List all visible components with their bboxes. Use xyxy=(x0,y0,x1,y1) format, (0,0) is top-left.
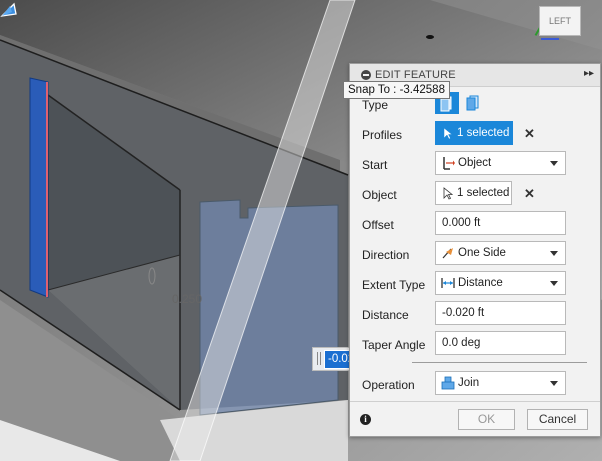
extrude-surface-icon xyxy=(466,95,479,111)
chevron-down-icon xyxy=(550,281,558,286)
z-axis-line xyxy=(541,38,559,40)
cursor-select-icon xyxy=(443,187,453,200)
row-extent-type: Extent Type Distance xyxy=(350,270,600,300)
view-cube[interactable]: LEFT xyxy=(527,0,597,45)
join-icon xyxy=(441,376,455,390)
minus-circle-icon[interactable] xyxy=(361,70,371,80)
clear-profiles-icon[interactable]: ✕ xyxy=(524,126,535,142)
row-taper-angle: Taper Angle 0.0 deg xyxy=(350,330,600,360)
chevron-down-icon xyxy=(550,381,558,386)
start-value: Object xyxy=(458,157,492,169)
panel-footer: i OK Cancel xyxy=(350,401,600,436)
row-direction: Direction One Side xyxy=(350,240,600,270)
object-selection[interactable]: 1 selected xyxy=(435,181,512,205)
start-dropdown[interactable]: Object xyxy=(435,151,566,175)
panel-title: EDIT FEATURE xyxy=(375,69,456,81)
one-side-icon xyxy=(442,248,453,259)
type-surface-button[interactable] xyxy=(462,92,486,114)
row-object: Object 1 selected ✕ xyxy=(350,180,600,210)
offset-input[interactable]: 0.000 ft xyxy=(435,211,566,235)
chevron-down-icon xyxy=(550,251,558,256)
taper-angle-input[interactable]: 0.0 deg xyxy=(435,331,566,355)
drag-handle-icon[interactable] xyxy=(317,352,323,365)
operation-value: Join xyxy=(458,377,480,389)
chevron-down-icon xyxy=(550,161,558,166)
ok-button[interactable]: OK xyxy=(458,409,515,430)
cancel-button[interactable]: Cancel xyxy=(527,409,588,430)
taper-angle-label: Taper Angle xyxy=(362,338,426,352)
operation-dropdown[interactable]: Join xyxy=(435,371,566,395)
info-icon[interactable]: i xyxy=(360,414,371,425)
row-start: Start Object xyxy=(350,150,600,180)
dimension-label: 0.250 xyxy=(172,292,203,306)
row-profiles: Profiles 1 selected ✕ xyxy=(350,120,600,150)
profiles-label: Profiles xyxy=(362,128,403,142)
type-label: Type xyxy=(362,98,389,112)
profiles-selection[interactable]: 1 selected xyxy=(435,121,513,145)
offset-label: Offset xyxy=(362,218,394,232)
distance-icon xyxy=(441,278,455,288)
cursor-select-icon xyxy=(443,127,453,140)
extent-type-label: Extent Type xyxy=(362,278,426,292)
distance-input[interactable]: -0.020 ft xyxy=(435,301,566,325)
extent-type-value: Distance xyxy=(458,277,503,289)
double-chevron-right-icon[interactable]: ▸▸ xyxy=(584,68,594,79)
distance-label: Distance xyxy=(362,308,409,322)
taper-angle-value: 0.0 deg xyxy=(442,337,481,349)
row-distance: Distance -0.020 ft xyxy=(350,300,600,330)
snap-tooltip: Snap To : -3.42588 xyxy=(343,81,450,99)
row-offset: Offset 0.000 ft xyxy=(350,210,600,240)
object-value: 1 selected xyxy=(457,187,510,199)
row-operation: Operation Join xyxy=(350,370,600,400)
start-object-icon xyxy=(443,157,455,170)
distance-value: -0.020 ft xyxy=(442,307,485,319)
operation-label: Operation xyxy=(362,378,415,392)
edit-feature-panel: EDIT FEATURE ▸▸ Type Profiles 1 selected xyxy=(349,63,601,437)
offset-value: 0.000 ft xyxy=(442,217,481,229)
direction-label: Direction xyxy=(362,248,410,262)
object-label: Object xyxy=(362,188,397,202)
profiles-value: 1 selected xyxy=(457,127,510,139)
drag-arrow-icon[interactable] xyxy=(0,0,18,18)
start-label: Start xyxy=(362,158,388,172)
clear-object-icon[interactable]: ✕ xyxy=(524,186,535,202)
section-divider xyxy=(412,362,587,363)
extent-type-dropdown[interactable]: Distance xyxy=(435,271,566,295)
direction-value: One Side xyxy=(458,247,506,259)
direction-dropdown[interactable]: One Side xyxy=(435,241,566,265)
viewcube-face-left[interactable]: LEFT xyxy=(539,6,581,36)
